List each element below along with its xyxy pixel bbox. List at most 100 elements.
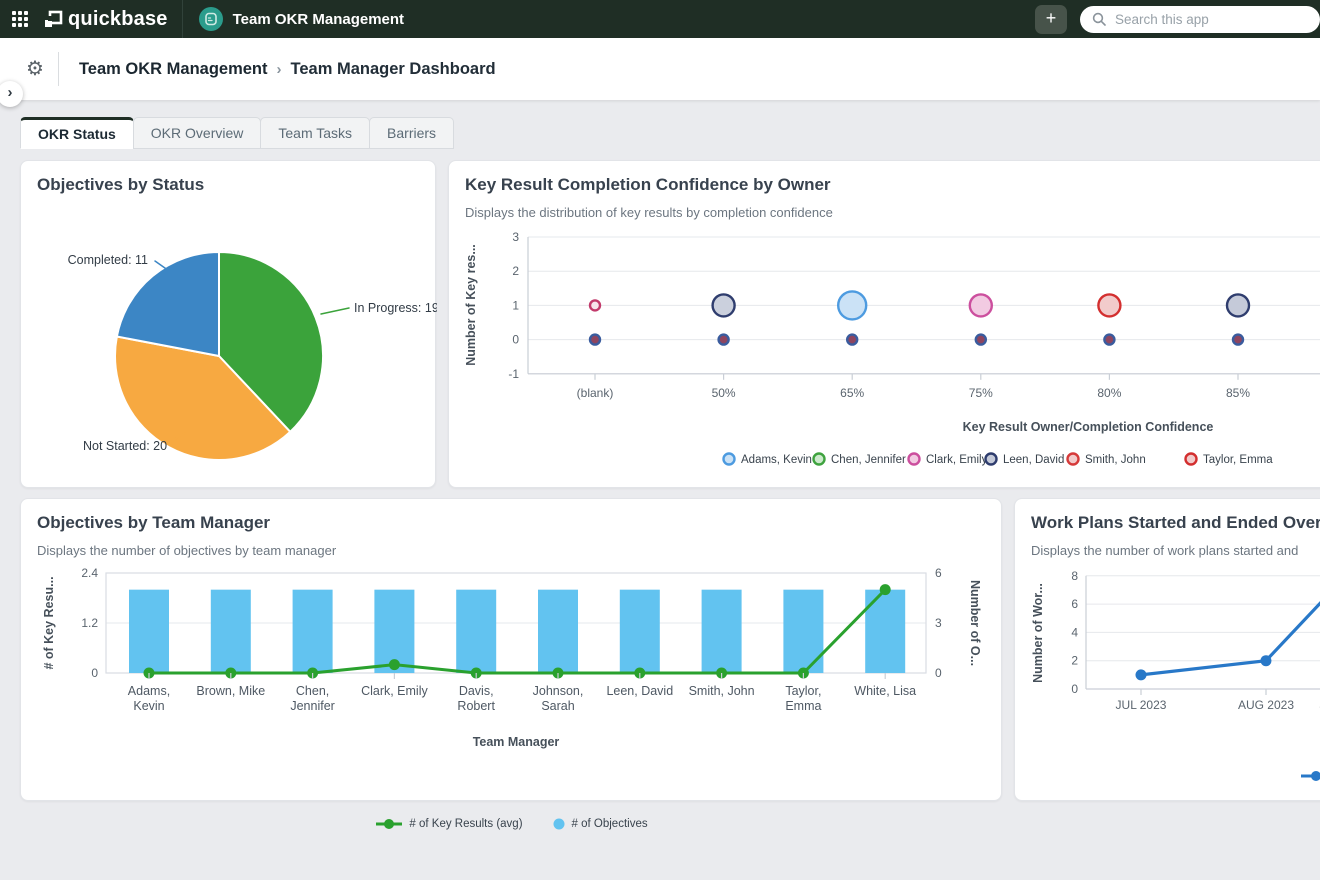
svg-text:Adams,: Adams,: [128, 684, 170, 698]
scatter-chart-title: Key Result Completion Confidence by Owne…: [465, 175, 831, 195]
line-svg: 86420JUL 2023AUG 2023SEP 2023Number of W…: [1015, 563, 1320, 802]
svg-text:Number of Wor...: Number of Wor...: [1031, 583, 1045, 683]
svg-text:85%: 85%: [1226, 386, 1250, 400]
pie-svg: In Progress: 19Not Started: 20Completed:…: [21, 203, 437, 489]
svg-text:Team Manager: Team Manager: [473, 735, 560, 749]
svg-text:2: 2: [512, 264, 519, 278]
breadcrumb-page-title: Team Manager Dashboard: [291, 60, 496, 79]
top-navbar: quickbase Team OKR Management +: [0, 0, 1320, 38]
navbar-divider: [182, 0, 183, 38]
svg-text:Davis,: Davis,: [459, 684, 494, 698]
search-input[interactable]: [1113, 11, 1287, 28]
legend-swatch[interactable]: [814, 454, 825, 465]
svg-text:Emma: Emma: [785, 699, 821, 713]
svg-text:Robert: Robert: [457, 699, 495, 713]
svg-text:0: 0: [935, 666, 942, 680]
line-chart-subtitle: Displays the number of work plans starte…: [1031, 543, 1298, 558]
tab-barriers[interactable]: Barriers: [369, 117, 454, 149]
legend-swatch[interactable]: [1311, 771, 1320, 781]
svg-text:3: 3: [935, 616, 942, 630]
legend-swatch[interactable]: [1186, 454, 1197, 465]
svg-text:Clark, Emily: Clark, Emily: [361, 684, 428, 698]
svg-text:Key Result Owner/Completion Co: Key Result Owner/Completion Confidence: [963, 420, 1214, 434]
svg-text:Leen, David: Leen, David: [606, 684, 673, 698]
svg-text:1: 1: [512, 298, 519, 312]
work-plans-line-chart[interactable]: 86420JUL 2023AUG 2023SEP 2023Number of W…: [1015, 563, 1320, 802]
settings-gear-icon[interactable]: ⚙: [26, 59, 44, 79]
objectives-by-manager-combo-chart[interactable]: 2.41.20630Adams,KevinBrown, MikeChen,Jen…: [21, 563, 1003, 802]
svg-text:75%: 75%: [969, 386, 993, 400]
svg-text:0: 0: [512, 333, 519, 347]
dashboard-tabs: OKR Status OKR Overview Team Tasks Barri…: [20, 117, 453, 149]
breadcrumb-separator-icon: ›: [277, 61, 282, 78]
svg-text:65%: 65%: [840, 386, 864, 400]
combo-chart-title: Objectives by Team Manager: [37, 513, 270, 533]
svg-text:Number of Key res...: Number of Key res...: [464, 244, 478, 366]
legend-swatch[interactable]: [986, 454, 997, 465]
svg-text:(blank): (blank): [577, 386, 614, 400]
svg-text:1.2: 1.2: [81, 616, 98, 630]
current-app-chip[interactable]: Team OKR Management: [199, 7, 404, 31]
svg-text:80%: 80%: [1097, 386, 1121, 400]
app-icon: [199, 7, 223, 31]
quickbase-wordmark: quickbase: [68, 8, 168, 31]
svg-text:Brown, Mike: Brown, Mike: [196, 684, 265, 698]
breadcrumb: Team OKR Management › Team Manager Dashb…: [79, 60, 496, 79]
tab-team-tasks[interactable]: Team Tasks: [260, 117, 370, 149]
svg-text:White, Lisa: White, Lisa: [854, 684, 916, 698]
svg-text:Taylor, Emma: Taylor, Emma: [1203, 454, 1273, 466]
svg-text:0: 0: [1071, 682, 1078, 696]
svg-text:Sarah: Sarah: [541, 699, 574, 713]
breadcrumb-app-link[interactable]: Team OKR Management: [79, 60, 268, 79]
app-name: Team OKR Management: [233, 11, 404, 28]
svg-text:Completed: 11: Completed: 11: [68, 253, 148, 267]
scatter-chart-subtitle: Displays the distribution of key results…: [465, 205, 833, 220]
kr-confidence-scatter-chart[interactable]: 3 2 1 0 -1 (blank) 50% 65% 75% 80% 85% Number of Ke…: [449, 225, 1320, 489]
svg-text:Smith, John: Smith, John: [1085, 454, 1146, 466]
app-search[interactable]: [1080, 6, 1320, 33]
svg-text:2: 2: [1071, 654, 1078, 668]
svg-text:Adams, Kevin: Adams, Kevin: [741, 454, 812, 466]
combo-chart-subtitle: Displays the number of objectives by tea…: [37, 543, 336, 558]
svg-text:Leen, David: Leen, David: [1003, 454, 1064, 466]
work-plans-card: Work Plans Started and Ended Over Displa…: [1014, 498, 1320, 801]
svg-text:Number of O...: Number of O...: [968, 580, 982, 666]
svg-text:50%: 50%: [712, 386, 736, 400]
svg-text:6: 6: [1071, 597, 1078, 611]
svg-text:Chen,: Chen,: [296, 684, 329, 698]
objectives-by-status-card: Objectives by Status In Progress: 19Not …: [20, 160, 436, 488]
svg-text:# of Key Resu...: # of Key Resu...: [42, 576, 56, 669]
objectives-by-manager-card: Objectives by Team Manager Displays the …: [20, 498, 1002, 801]
kr-confidence-card: Key Result Completion Confidence by Owne…: [448, 160, 1320, 488]
svg-text:-1: -1: [508, 367, 519, 381]
scatter-svg: 3 2 1 0 -1 (blank) 50% 65% 75% 80% 85% Number of Ke…: [449, 225, 1320, 489]
svg-text:3: 3: [512, 230, 519, 244]
objectives-by-status-pie-chart[interactable]: In Progress: 19Not Started: 20Completed:…: [21, 203, 437, 489]
quickbase-logo[interactable]: quickbase: [44, 8, 168, 31]
tab-okr-status[interactable]: OKR Status: [20, 117, 134, 149]
svg-text:2.4: 2.4: [81, 566, 98, 580]
svg-text:Taylor,: Taylor,: [785, 684, 821, 698]
breadcrumb-divider: [58, 52, 59, 86]
svg-text:0: 0: [91, 666, 98, 680]
svg-text:Chen, Jennifer: Chen, Jennifer: [831, 454, 906, 466]
tab-okr-overview[interactable]: OKR Overview: [133, 117, 262, 149]
quickbase-logo-icon: [44, 10, 63, 29]
search-icon: [1092, 12, 1106, 26]
legend-item-key-results[interactable]: # of Key Results (avg): [376, 818, 522, 830]
legend-swatch[interactable]: [724, 454, 735, 465]
sidebar-expand-button[interactable]: ›: [0, 81, 23, 107]
legend-swatch[interactable]: [1068, 454, 1079, 465]
svg-text:8: 8: [1071, 569, 1078, 583]
svg-text:Clark, Emily: Clark, Emily: [926, 454, 988, 466]
legend-item-objectives[interactable]: # of Objectives: [553, 818, 648, 830]
add-button[interactable]: +: [1035, 5, 1067, 34]
breadcrumb-bar: ⚙ Team OKR Management › Team Manager Das…: [0, 38, 1320, 100]
combo-chart-legend: # of Key Results (avg) # of Objectives: [21, 818, 1003, 830]
dot-marker-icon: [553, 818, 565, 830]
svg-text:Jennifer: Jennifer: [290, 699, 334, 713]
app-switcher-icon[interactable]: [12, 11, 28, 27]
line-marker-icon: [376, 818, 402, 830]
legend-swatch[interactable]: [909, 454, 920, 465]
svg-text:JUL 2023: JUL 2023: [1116, 698, 1167, 712]
